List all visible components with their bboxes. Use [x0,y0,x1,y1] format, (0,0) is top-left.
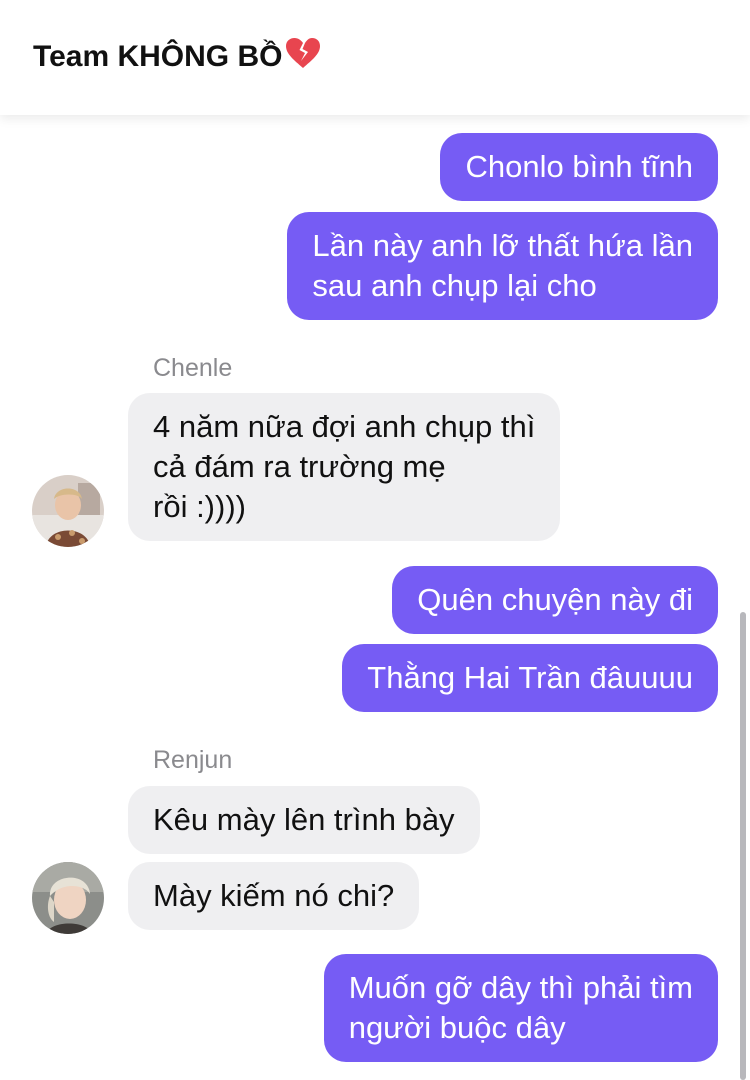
message-line: Lần này anh lỡ thất hứa lần [312,228,693,263]
message-text: Chonlo bình tĩnh [465,149,693,184]
sender-name: Chenle [153,354,233,382]
avatar-chenle[interactable] [32,475,104,547]
incoming-message[interactable]: Mày kiếm nó chi? [128,862,420,930]
message-text: Mày kiếm nó chi? [153,878,395,913]
message-line: Muốn gỡ dây thì phải tìm [348,970,693,1005]
outgoing-message[interactable]: Lần này anh lỡ thất hứa lần sau anh chụp… [287,212,718,320]
outgoing-message[interactable]: Muốn gỡ dây thì phải tìm người buộc dây [323,954,718,1062]
outgoing-message[interactable]: Chonlo bình tĩnh [440,133,718,201]
avatar-renjun[interactable] [32,862,104,934]
chat-header: Team KHÔNG BỒ [0,0,750,115]
incoming-message[interactable]: Kêu mày lên trình bày [128,786,480,854]
outgoing-message[interactable]: Thằng Hai Trần đâuuuu [342,644,718,712]
message-line: người buộc dây [348,1010,566,1045]
incoming-message[interactable]: 4 năm nữa đợi anh chụp thì cả đám ra trư… [128,393,561,541]
message-line: 4 năm nữa đợi anh chụp thì [153,409,536,444]
message-text: Kêu mày lên trình bày [153,802,455,837]
sender-name: Renjun [153,746,233,774]
message-line: rồi :)))) [153,489,246,524]
message-line: sau anh chụp lại cho [312,268,597,303]
message-text: Thằng Hai Trần đâuuuu [367,660,693,695]
broken-heart-icon [284,36,322,78]
message-line: cả đám ra trường mẹ [153,449,446,484]
message-text: Quên chuyện này đi [417,582,693,617]
scrollbar[interactable] [740,612,746,1080]
outgoing-message[interactable]: Quên chuyện này đi [392,566,718,634]
group-name: Team KHÔNG BỒ [33,40,283,73]
chat-title[interactable]: Team KHÔNG BỒ [33,36,322,78]
